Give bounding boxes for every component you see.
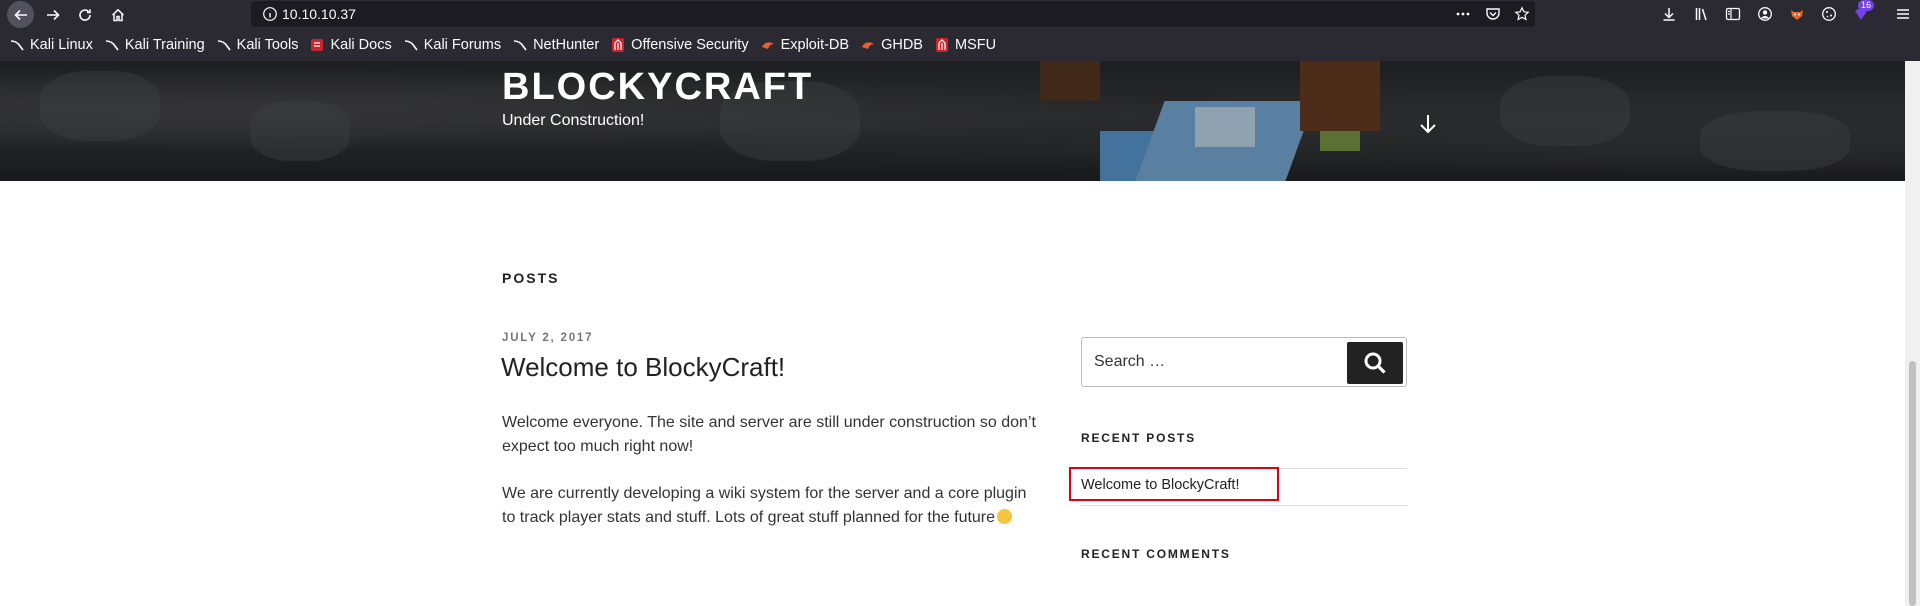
search-icon (1364, 352, 1386, 374)
web-page: BLOCKYCRAFT Under Construction! POSTS JU… (0, 61, 1905, 606)
arrow-down-icon[interactable] (1418, 113, 1438, 135)
bookmark-label[interactable]: MSFU (955, 37, 996, 53)
home-icon (111, 8, 124, 21)
bookmark-kali-training[interactable]: Kali Training (105, 33, 205, 57)
search-input[interactable] (1094, 350, 1344, 374)
smiley-emoji-icon (997, 509, 1013, 524)
notification-badge: 16 (1858, 0, 1875, 11)
recent-posts-title: RECENT POSTS (1081, 431, 1196, 445)
kali-dragon-icon (10, 40, 24, 51)
site-title[interactable]: BLOCKYCRAFT (502, 66, 813, 109)
bookmark-exploit-db[interactable]: Exploit-DB (761, 33, 850, 57)
bookmark-label[interactable]: Offensive Security (631, 37, 748, 53)
search-form (1081, 337, 1407, 387)
bookmark-kali-tools[interactable]: Kali Tools (217, 33, 299, 57)
sidebar-icon[interactable] (1724, 5, 1742, 23)
offsec-icon (612, 38, 625, 52)
post-paragraph-text: We are currently developing a wiki syste… (502, 485, 1027, 526)
bookmark-ghdb[interactable]: GHDB (861, 33, 923, 57)
url-text[interactable]: 10.10.10.37 (282, 6, 356, 22)
recent-comments-title: RECENT COMMENTS (1081, 547, 1231, 561)
bookmark-kali-docs[interactable]: Kali Docs (310, 33, 392, 57)
bookmark-label[interactable]: Kali Training (125, 37, 205, 53)
arrow-right-icon (46, 9, 60, 20)
arrow-left-icon (13, 9, 27, 20)
extension-fox-icon[interactable] (1788, 5, 1806, 23)
kali-docs-icon (311, 39, 324, 51)
menu-icon[interactable] (1894, 5, 1912, 23)
home-button[interactable] (104, 1, 131, 28)
post-paragraph: Welcome everyone. The site and server ar… (502, 414, 1036, 455)
bookmark-label[interactable]: Exploit-DB (781, 37, 850, 53)
library-icon[interactable] (1693, 5, 1711, 23)
kali-dragon-icon (105, 40, 119, 51)
kali-dragon-icon (217, 40, 231, 51)
exploitdb-icon (761, 42, 774, 49)
bookmark-label[interactable]: NetHunter (533, 37, 599, 53)
bookmark-label[interactable]: GHDB (881, 37, 923, 53)
post-paragraph: We are currently developing a wiki syste… (502, 482, 1042, 530)
exploitdb-icon (862, 42, 875, 49)
bookmark-label[interactable]: Kali Docs (330, 37, 391, 53)
pocket-icon[interactable] (1484, 5, 1502, 23)
url-bar[interactable]: 10.10.10.37 (251, 1, 1535, 27)
page-scrollbar[interactable] (1905, 61, 1920, 606)
more-actions-icon[interactable] (1454, 5, 1472, 23)
post-date[interactable]: JULY 2, 2017 (502, 332, 593, 344)
site-description: Under Construction! (502, 112, 645, 129)
bookmark-offensive-security[interactable]: Offensive Security (611, 33, 749, 57)
offsec-icon (935, 38, 948, 52)
bookmark-label[interactable]: Kali Linux (30, 37, 93, 53)
account-icon[interactable] (1756, 5, 1774, 23)
bookmarks-toolbar: Kali Linux Kali Training Kali Tools Kali… (0, 29, 1920, 61)
post-title[interactable]: Welcome to BlockyCraft! (501, 352, 785, 383)
bookmark-nethunter[interactable]: NetHunter (513, 33, 599, 57)
browser-toolbar: 10.10.10.37 16 (0, 0, 1920, 29)
kali-dragon-icon (404, 40, 418, 51)
info-icon[interactable] (262, 6, 278, 22)
section-title: POSTS (502, 270, 560, 286)
back-button[interactable] (7, 1, 34, 28)
annotation-highlight-box (1069, 467, 1279, 501)
bookmark-kali-forums[interactable]: Kali Forums (404, 33, 501, 57)
search-button[interactable] (1347, 342, 1403, 384)
header-banner: BLOCKYCRAFT Under Construction! (0, 61, 1905, 181)
bookmark-kali-linux[interactable]: Kali Linux (10, 33, 93, 57)
kali-dragon-icon (514, 40, 527, 51)
reload-button[interactable] (71, 1, 98, 28)
bookmark-star-icon[interactable] (1513, 5, 1531, 23)
scrollbar-thumb[interactable] (1909, 361, 1916, 606)
bookmark-msfu[interactable]: MSFU (935, 33, 996, 57)
reload-icon (78, 8, 91, 21)
bookmark-label[interactable]: Kali Tools (237, 37, 299, 53)
cookie-extension-icon[interactable] (1820, 5, 1838, 23)
downloads-icon[interactable] (1660, 5, 1678, 23)
bookmark-label[interactable]: Kali Forums (424, 37, 501, 53)
forward-button[interactable] (39, 1, 66, 28)
